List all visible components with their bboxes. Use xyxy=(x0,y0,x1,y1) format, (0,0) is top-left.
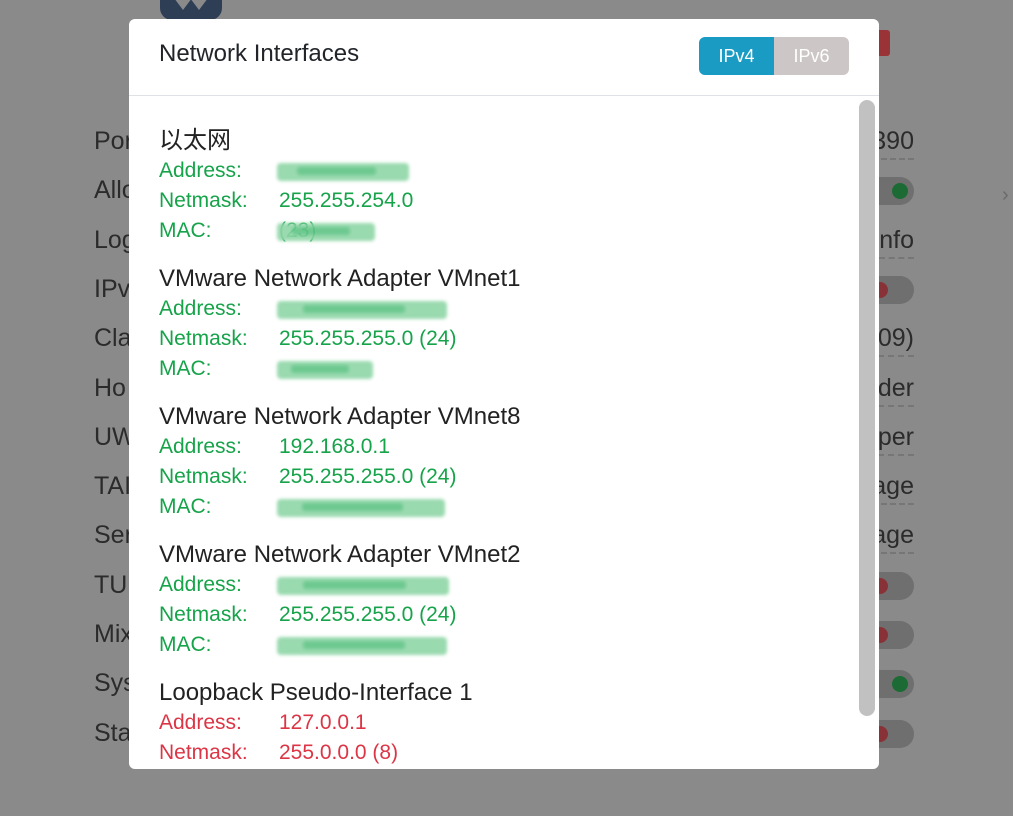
netmask-row: Netmask:255.255.254.0 (23) xyxy=(159,186,413,242)
netmask-label: Netmask: xyxy=(159,465,248,488)
settings-row-value[interactable]: 09) xyxy=(877,323,914,357)
mac-redacted xyxy=(277,637,447,655)
interface-item: Loopback Pseudo-Interface 1 Address: 127.0… xyxy=(159,678,473,768)
netmask-value: 255.255.255.0 (24) xyxy=(279,465,457,488)
settings-row-label: Sta xyxy=(94,719,132,747)
settings-row-label: IPv xyxy=(94,275,131,303)
interface-item: VMware Network Adapter VMnet2 Address: Net… xyxy=(159,540,521,660)
netmask-row: Netmask: 255.255.255.0 (24) xyxy=(159,324,521,354)
scrollbar[interactable] xyxy=(859,100,875,716)
address-label: Address: xyxy=(159,573,242,596)
netmask-value: 255.255.255.0 (24) xyxy=(279,327,457,350)
mac-label: MAC: xyxy=(159,219,212,242)
mac-redacted xyxy=(277,499,445,517)
interface-name: 以太网 xyxy=(159,127,231,154)
interface-name: Loopback Pseudo-Interface 1 xyxy=(159,679,473,706)
mac-row: MAC: xyxy=(159,216,375,246)
mac-redacted xyxy=(277,361,373,379)
address-row: Address: xyxy=(159,570,521,600)
settings-row-value[interactable]: per xyxy=(877,422,914,456)
toggle-knob xyxy=(892,676,908,692)
ip-version-toggle: IPv4 IPv6 xyxy=(699,37,849,75)
netmask-label: Netmask: xyxy=(159,603,248,626)
interface-list: 以太网Address:Netmask:255.255.254.0 (23)MAC… xyxy=(129,96,879,769)
netmask-row: Netmask: 255.255.255.0 (24) xyxy=(159,600,521,630)
interface-name: VMware Network Adapter VMnet1 xyxy=(159,265,521,292)
address-row: Address: xyxy=(159,156,409,186)
tab-ipv6[interactable]: IPv6 xyxy=(774,37,849,75)
interface-name: VMware Network Adapter VMnet8 xyxy=(159,403,521,430)
settings-row-value[interactable]: nfo xyxy=(879,225,914,259)
dialog-header: Network Interfaces IPv4 IPv6 xyxy=(129,19,879,96)
address-row: Address: xyxy=(159,294,521,324)
address-label: Address: xyxy=(159,711,242,734)
mac-redacted xyxy=(277,223,375,241)
toggle-knob xyxy=(892,183,908,199)
mac-row: MAC: xyxy=(159,354,521,384)
mac-row: MAC: xyxy=(159,630,521,660)
settings-row-value[interactable]: der xyxy=(877,373,914,407)
netmask-row: Netmask: 255.0.0.0 (8) xyxy=(159,738,473,768)
mac-label: MAC: xyxy=(159,633,212,656)
address-label: Address: xyxy=(159,297,242,320)
netmask-label: Netmask: xyxy=(159,189,248,212)
netmask-value: 255.0.0.0 (8) xyxy=(279,741,399,764)
chevron-right-icon: › xyxy=(1002,184,1009,206)
address-row: Address: 192.168.0.1 xyxy=(159,432,521,462)
address-label: Address: xyxy=(159,159,242,182)
interface-item: VMware Network Adapter VMnet1 Address: Net… xyxy=(159,264,521,384)
settings-row-label: Ho xyxy=(94,374,126,402)
settings-row-label: Ser xyxy=(94,521,133,549)
interface-item: VMware Network Adapter VMnet8 Address: 192… xyxy=(159,402,521,522)
address-value: 192.168.0.1 xyxy=(279,435,390,458)
mac-label: MAC: xyxy=(159,495,212,518)
settings-row-label: TAI xyxy=(94,472,132,500)
address-redacted xyxy=(277,163,409,181)
address-row: Address: 127.0.0.1 xyxy=(159,708,473,738)
interface-item: 以太网 Address: Netmask:255.255.254.0 (23)MAC… xyxy=(159,126,413,246)
settings-row-label: Cla xyxy=(94,324,132,352)
address-redacted xyxy=(277,577,449,595)
interface-name: VMware Network Adapter VMnet2 xyxy=(159,541,521,568)
netmask-value: 255.255.255.0 (24) xyxy=(279,603,457,626)
app-logo xyxy=(160,0,222,20)
address-redacted xyxy=(277,301,447,319)
settings-row-label: Mix xyxy=(94,620,133,648)
tab-ipv4[interactable]: IPv4 xyxy=(699,37,774,75)
address-label: Address: xyxy=(159,435,242,458)
mac-row: MAC: xyxy=(159,492,521,522)
settings-row-label: Por xyxy=(94,127,133,155)
address-value: 127.0.0.1 xyxy=(279,711,367,734)
network-interfaces-dialog: Network Interfaces IPv4 IPv6 以太网 Address:… xyxy=(129,19,879,769)
netmask-label: Netmask: xyxy=(159,741,248,764)
netmask-label: Netmask: xyxy=(159,327,248,350)
netmask-row: Netmask: 255.255.255.0 (24) xyxy=(159,462,521,492)
settings-row-label: TU xyxy=(94,571,128,599)
dialog-title: Network Interfaces xyxy=(159,40,360,67)
mac-label: MAC: xyxy=(159,357,212,380)
